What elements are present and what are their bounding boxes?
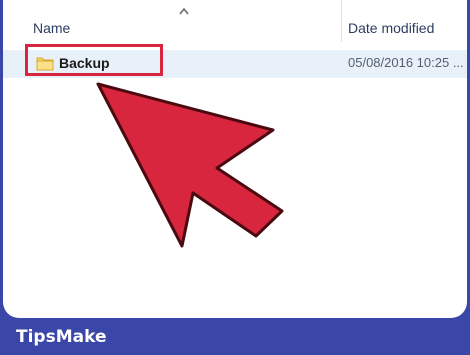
column-header-name[interactable]: Name: [33, 20, 70, 36]
footer-bar: TipsMake: [0, 318, 470, 355]
highlight-box: [25, 44, 163, 76]
column-header-bar: Name Date modified: [3, 0, 467, 42]
column-divider[interactable]: [341, 0, 342, 42]
brand-logo-text: TipsMake: [16, 327, 107, 347]
folder-date-modified: 05/08/2016 10:25 ...: [348, 55, 464, 70]
file-explorer-window: Name Date modified Backup 05/08/2016 10:…: [3, 0, 467, 318]
sort-up-icon: [179, 7, 189, 15]
column-header-date-modified[interactable]: Date modified: [348, 20, 434, 36]
watermark-text: TipsMake: [153, 166, 298, 199]
